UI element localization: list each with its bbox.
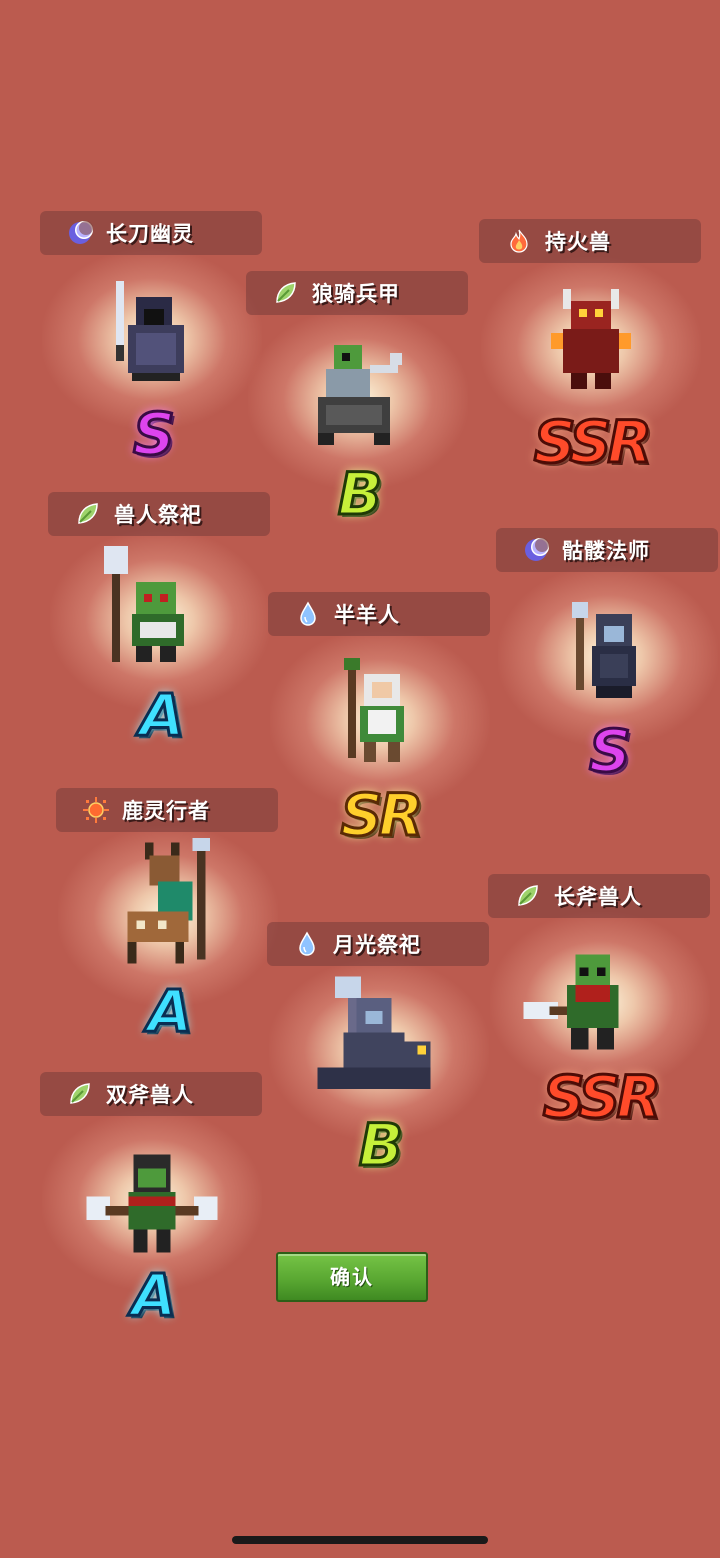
water-drop-icon (293, 930, 321, 958)
unit-card[interactable]: 月光祭祀 B (267, 922, 491, 1182)
wolf-rider-sprite (318, 345, 402, 445)
longaxe-orc-sprite (523, 954, 619, 1050)
moon-icon (522, 536, 550, 564)
unit-name: 月光祭祀 (333, 933, 421, 957)
rank-badge: SR (339, 780, 424, 851)
sun-icon (82, 796, 110, 824)
rank-badge: SSR (532, 407, 653, 478)
unit-name-bar: 半羊人 (268, 592, 490, 636)
unit-name-bar: 持火兽 (479, 219, 701, 263)
rank-badge: S (588, 716, 633, 787)
unit-card[interactable]: 长刀幽灵 S (40, 211, 264, 471)
unit-name: 半羊人 (334, 603, 400, 627)
leaf-icon (66, 1080, 94, 1108)
dual-axe-orc-sprite (86, 1154, 218, 1253)
rank-badge: A (130, 1260, 178, 1331)
unit-name-bar: 鹿灵行者 (56, 788, 278, 832)
deer-spirit-walker-sprite (127, 838, 210, 964)
moonlight-priest-sprite (317, 976, 431, 1089)
unit-name-bar: 双斧兽人 (40, 1072, 262, 1116)
unit-name: 长刀幽灵 (106, 222, 194, 246)
rank-badge: S (132, 399, 177, 470)
unit-name-bar: 狼骑兵甲 (246, 271, 468, 315)
unit-name: 双斧兽人 (106, 1083, 194, 1107)
unit-card[interactable]: 持火兽 SSR (479, 219, 703, 479)
unit-name-bar: 兽人祭祀 (48, 492, 270, 536)
unit-name-bar: 长刀幽灵 (40, 211, 262, 255)
unit-card[interactable]: 半羊人 SR (268, 592, 492, 852)
rank-badge: B (357, 1110, 404, 1181)
rank-badge: SSR (541, 1062, 662, 1133)
fire-icon (505, 227, 533, 255)
unit-card[interactable]: 双斧兽人 A (40, 1072, 264, 1332)
unit-name: 骷髅法师 (562, 539, 650, 563)
leaf-icon (514, 882, 542, 910)
unit-name: 鹿灵行者 (122, 799, 210, 823)
moon-icon (66, 219, 94, 247)
unit-card[interactable]: 骷髅法师 S (496, 528, 720, 788)
unit-card[interactable]: 兽人祭祀 A (48, 492, 272, 752)
orc-shaman-sprite (104, 546, 184, 662)
unit-name: 持火兽 (545, 230, 611, 254)
unit-name: 兽人祭祀 (114, 503, 202, 527)
unit-card[interactable]: 鹿灵行者 A (56, 788, 280, 1048)
ghost-swordsman-sprite (116, 281, 184, 381)
rank-badge: A (138, 680, 186, 751)
leaf-icon (272, 279, 300, 307)
faun-sprite (344, 658, 404, 762)
confirm-button[interactable]: 确认 (276, 1252, 428, 1302)
water-drop-icon (294, 600, 322, 628)
rank-badge: B (336, 459, 383, 530)
unit-card[interactable]: 狼骑兵甲 B (246, 271, 470, 531)
unit-card[interactable]: 长斧兽人 SSR (488, 874, 712, 1134)
unit-name: 狼骑兵甲 (312, 282, 400, 306)
fire-beast-sprite (551, 289, 631, 389)
leaf-icon (74, 500, 102, 528)
rank-badge: A (146, 976, 194, 1047)
unit-name-bar: 骷髅法师 (496, 528, 718, 572)
unit-name-bar: 长斧兽人 (488, 874, 710, 918)
unit-name-bar: 月光祭祀 (267, 922, 489, 966)
skeleton-mage-sprite (572, 602, 636, 698)
unit-name: 长斧兽人 (554, 885, 642, 909)
home-indicator[interactable] (232, 1536, 488, 1544)
